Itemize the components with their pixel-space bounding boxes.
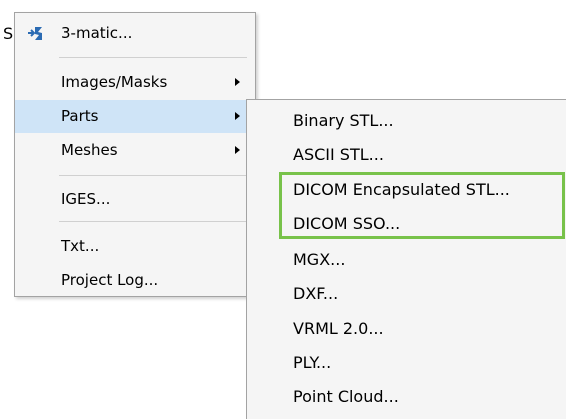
submenu-item-point-cloud[interactable]: Point Cloud... bbox=[247, 380, 566, 413]
submenu-item-ply[interactable]: PLY... bbox=[247, 346, 566, 379]
submenu-item-label: Point Cloud... bbox=[293, 387, 399, 406]
submenu-arrow-icon bbox=[235, 146, 240, 154]
app-edge-text: S bbox=[3, 24, 14, 43]
menu-item-3matic[interactable]: 3-matic... bbox=[15, 17, 255, 50]
menu-separator bbox=[59, 57, 247, 58]
menu-item-iges[interactable]: IGES... bbox=[15, 183, 255, 216]
menu-item-txt[interactable]: Txt... bbox=[15, 230, 255, 263]
menu-item-label: Txt... bbox=[61, 237, 100, 255]
menu-item-label: IGES... bbox=[61, 190, 111, 208]
menu-item-label: Parts bbox=[61, 107, 99, 125]
menu-item-images-masks[interactable]: Images/Masks bbox=[15, 66, 255, 99]
submenu-item-label: DICOM Encapsulated STL... bbox=[293, 180, 510, 199]
submenu-item-label: DICOM SSO... bbox=[293, 214, 401, 233]
menu-item-meshes[interactable]: Meshes bbox=[15, 134, 255, 167]
menu-item-label: 3-matic... bbox=[61, 24, 133, 42]
submenu-item-dxf[interactable]: DXF... bbox=[247, 277, 566, 310]
submenu-item-dicom-sso[interactable]: DICOM SSO... bbox=[247, 207, 566, 240]
submenu-item-label: MGX... bbox=[293, 250, 346, 269]
submenu-arrow-icon bbox=[235, 78, 240, 86]
submenu-item-label: DXF... bbox=[293, 284, 339, 303]
menu-item-project-log[interactable]: Project Log... bbox=[15, 264, 255, 297]
submenu-item-ascii-stl[interactable]: ASCII STL... bbox=[247, 138, 566, 171]
submenu-item-mgx[interactable]: MGX... bbox=[247, 243, 566, 276]
submenu-item-label: PLY... bbox=[293, 353, 332, 372]
export-context-menu: 3-matic... Images/Masks Parts Meshes IGE… bbox=[14, 12, 256, 297]
submenu-item-label: ASCII STL... bbox=[293, 145, 384, 164]
submenu-item-label: Binary STL... bbox=[293, 111, 394, 130]
menu-item-label: Project Log... bbox=[61, 271, 159, 289]
submenu-item-dicom-encapsulated-stl[interactable]: DICOM Encapsulated STL... bbox=[247, 173, 566, 206]
submenu-item-label: VRML 2.0... bbox=[293, 319, 384, 338]
parts-submenu: Binary STL... ASCII STL... DICOM Encapsu… bbox=[246, 99, 566, 419]
menu-item-label: Meshes bbox=[61, 141, 118, 159]
submenu-item-binary-stl[interactable]: Binary STL... bbox=[247, 104, 566, 137]
menu-separator bbox=[59, 175, 247, 176]
submenu-arrow-icon bbox=[235, 112, 240, 120]
menu-separator bbox=[59, 221, 247, 222]
app-background-edge: S bbox=[0, 0, 14, 74]
menu-item-label: Images/Masks bbox=[61, 73, 168, 91]
submenu-item-vrml[interactable]: VRML 2.0... bbox=[247, 312, 566, 345]
menu-item-parts[interactable]: Parts bbox=[15, 100, 255, 133]
3matic-icon bbox=[28, 27, 42, 40]
